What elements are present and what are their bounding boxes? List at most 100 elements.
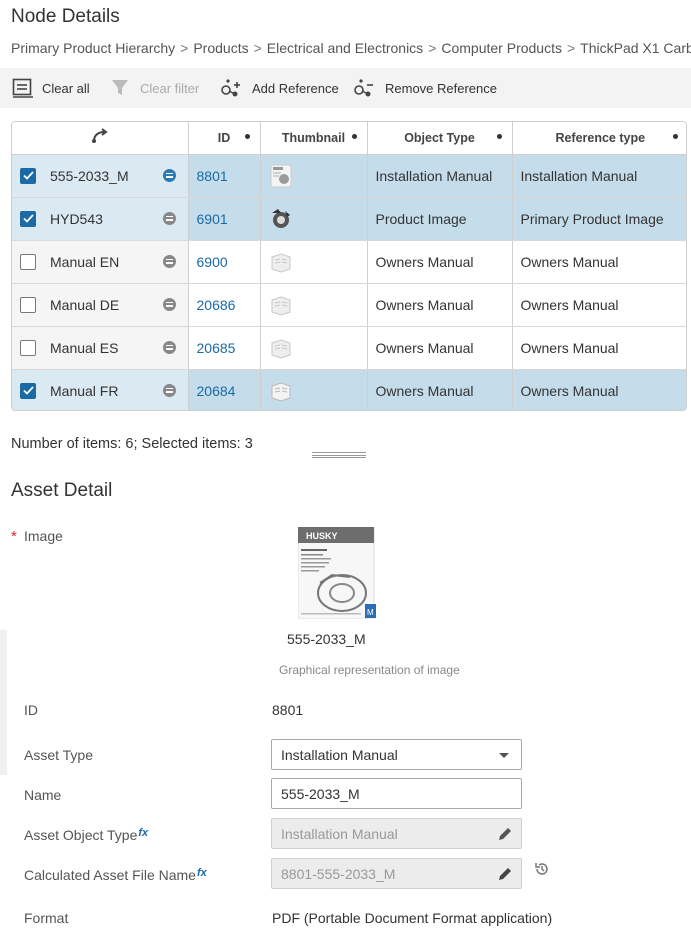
- column-header-id[interactable]: ID: [188, 122, 261, 155]
- breadcrumb-item[interactable]: Electrical and Electronics: [267, 40, 423, 56]
- breadcrumb-separator-icon: >: [253, 40, 262, 56]
- clear-filter-label: Clear filter: [140, 80, 200, 96]
- asset-type-select[interactable]: Installation Manual: [271, 739, 522, 770]
- row-name: HYD543: [50, 210, 103, 227]
- add-reference-button[interactable]: Add Reference: [220, 76, 339, 100]
- name-input-value: 555-2033_M: [281, 785, 360, 802]
- column-header-reference-type[interactable]: Reference type: [512, 122, 686, 155]
- details-icon[interactable]: [162, 168, 176, 182]
- clear-all-button[interactable]: Clear all: [12, 76, 90, 100]
- section-left-bar: [0, 630, 7, 775]
- clear-filter-button[interactable]: Clear filter: [110, 76, 199, 100]
- breadcrumb: Primary Product Hierarchy > Products > Elect…: [11, 40, 691, 56]
- row-name: Manual EN: [50, 253, 120, 270]
- details-icon[interactable]: [162, 383, 176, 397]
- row-id-link[interactable]: 6900: [188, 240, 261, 284]
- edit-pencil-icon[interactable]: [497, 866, 513, 882]
- row-object-type: Owners Manual: [367, 326, 513, 370]
- reference-link-icon: [91, 128, 108, 144]
- product-image-thumbnail-icon: [271, 208, 290, 228]
- breadcrumb-item[interactable]: Primary Product Hierarchy: [11, 40, 175, 56]
- row-checkbox[interactable]: [20, 382, 36, 399]
- table-row[interactable]: Manual ES 20685 Owners Manual Owners Man…: [12, 326, 686, 370]
- row-reference-type: Owners Manual: [512, 240, 686, 284]
- row-object-type: Product Image: [367, 197, 513, 241]
- required-marker: *: [11, 528, 17, 545]
- column-menu-icon[interactable]: [351, 134, 357, 139]
- chevron-down-icon: [499, 753, 509, 758]
- row-name: Manual FR: [50, 382, 119, 399]
- row-thumbnail: [260, 197, 368, 241]
- details-icon[interactable]: [162, 340, 176, 354]
- manual-thumbnail-icon: [270, 164, 291, 187]
- row-checkbox[interactable]: [20, 339, 36, 356]
- name-input[interactable]: 555-2033_M: [271, 778, 522, 809]
- row-checkbox[interactable]: [20, 296, 36, 313]
- table-row[interactable]: 555-2033_M 8801 Installation Manual Inst…: [12, 154, 686, 198]
- breadcrumb-separator-icon: >: [180, 40, 189, 56]
- column-menu-icon[interactable]: [673, 134, 678, 139]
- asset-object-type-field: Installation Manual: [271, 818, 522, 849]
- breadcrumb-item[interactable]: Products: [193, 40, 248, 56]
- check-icon: [22, 386, 34, 395]
- toolbar: Clear all Clear filter Add Reference Rem…: [0, 68, 691, 108]
- row-id-link[interactable]: 20685: [188, 326, 261, 370]
- edit-pencil-icon[interactable]: [497, 826, 513, 842]
- document-placeholder-icon: [271, 295, 290, 316]
- pane-splitter-handle[interactable]: [312, 452, 366, 458]
- remove-reference-button[interactable]: Remove Reference: [353, 76, 497, 100]
- row-thumbnail: [260, 154, 368, 198]
- format-value: PDF (Portable Document Format applicatio…: [272, 910, 553, 926]
- row-reference-type: Installation Manual: [512, 154, 686, 198]
- document-placeholder-icon: [271, 381, 290, 402]
- table-row[interactable]: Manual DE 20686 Owners Manual Owners Man…: [12, 283, 686, 327]
- table-row[interactable]: Manual FR 20684 Owners Manual Owners Man…: [12, 369, 686, 410]
- table-row[interactable]: HYD543 6901 Product Image Primary Produc…: [12, 197, 686, 241]
- column-header-reference[interactable]: [12, 122, 189, 155]
- asset-image-caption: Graphical representation of image: [279, 663, 460, 677]
- filter-icon: [112, 80, 128, 95]
- formula-icon: fx: [138, 827, 149, 839]
- id-label: ID: [24, 702, 38, 718]
- row-reference-type: Owners Manual: [512, 369, 686, 410]
- row-reference-type: Primary Product Image: [512, 197, 686, 241]
- details-icon[interactable]: [162, 297, 176, 311]
- row-checkbox[interactable]: [20, 253, 36, 270]
- column-menu-icon[interactable]: [496, 134, 502, 139]
- breadcrumb-item[interactable]: ThickPad X1 Carb: [580, 40, 691, 56]
- row-name: Manual DE: [50, 296, 120, 313]
- asset-image-preview[interactable]: HUSKY M: [298, 527, 376, 619]
- row-checkbox[interactable]: [20, 167, 36, 184]
- row-id-link[interactable]: 6901: [188, 197, 261, 241]
- row-thumbnail: [260, 283, 368, 327]
- row-object-type: Owners Manual: [367, 369, 513, 410]
- row-thumbnail: [260, 326, 368, 370]
- document-placeholder-icon: [271, 338, 290, 359]
- row-id-link[interactable]: 8801: [188, 154, 261, 198]
- table-row[interactable]: Manual EN 6900 Owners Manual Owners Manu…: [12, 240, 686, 284]
- row-id-link[interactable]: 20684: [188, 369, 261, 410]
- details-icon[interactable]: [162, 211, 176, 225]
- details-icon[interactable]: [162, 254, 176, 268]
- row-thumbnail: [260, 369, 368, 410]
- row-checkbox[interactable]: [20, 210, 36, 227]
- calc-file-name-field: 8801-555-2033_M: [271, 858, 522, 889]
- history-icon[interactable]: [534, 861, 550, 877]
- name-label: Name: [24, 787, 62, 803]
- formula-icon: fx: [196, 867, 207, 879]
- breadcrumb-item[interactable]: Computer Products: [441, 40, 562, 56]
- row-reference-type: Owners Manual: [512, 283, 686, 327]
- page-title: Node Details: [11, 6, 120, 27]
- row-id-link[interactable]: 20686: [188, 283, 261, 327]
- row-name: 555-2033_M: [50, 167, 129, 184]
- calc-file-name-label: Calculated Asset File Namefx: [24, 867, 207, 883]
- breadcrumb-separator-icon: >: [566, 40, 576, 56]
- column-header-thumbnail[interactable]: Thumbnail: [260, 122, 368, 155]
- svg-text:M: M: [367, 608, 374, 617]
- column-menu-icon[interactable]: [244, 134, 250, 139]
- asset-image-name: 555-2033_M: [287, 631, 366, 647]
- column-header-object-type[interactable]: Object Type: [367, 122, 513, 155]
- asset-object-type-value: Installation Manual: [281, 825, 398, 842]
- asset-type-label: Asset Type: [24, 747, 94, 763]
- row-object-type: Owners Manual: [367, 240, 513, 284]
